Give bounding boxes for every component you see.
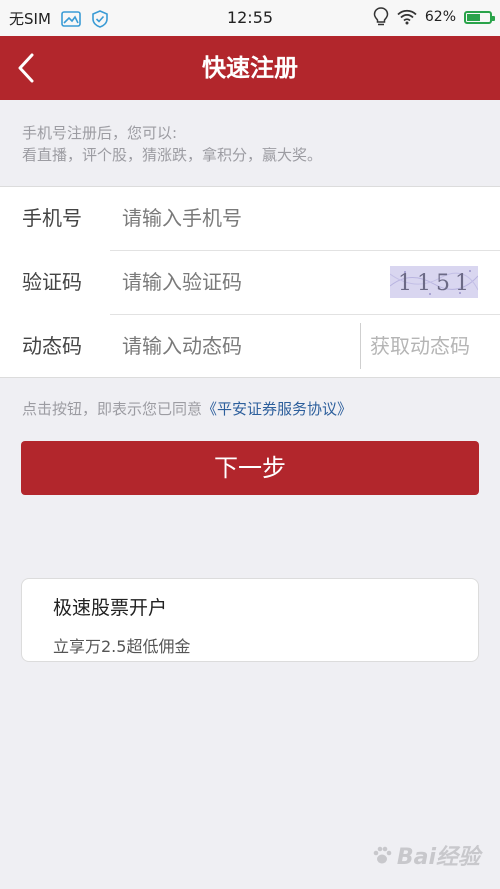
captcha-row: 验证码 1151: [0, 251, 500, 314]
promo-subtitle: 立享万2.5超低佣金: [53, 637, 191, 656]
battery-percent: 62%: [424, 9, 456, 25]
status-right: 62%: [373, 7, 495, 27]
vertical-divider: [360, 323, 361, 369]
register-form: 手机号 验证码 1151 动态码 获取动态码: [0, 186, 500, 378]
battery-icon: [464, 10, 495, 24]
agreement-link[interactable]: 《平安证券服务协议》: [202, 400, 352, 418]
phone-label: 手机号: [22, 206, 82, 230]
battery-fill: [467, 13, 480, 21]
next-button[interactable]: 下一步: [21, 441, 479, 495]
status-bar: 无SIM 12:55 62%: [0, 0, 500, 36]
nav-bar: 快速注册: [0, 36, 500, 100]
intro-text: 手机号注册后，您可以: 看直播，评个股，猜涨跌，拿积分，赢大奖。: [22, 122, 482, 166]
captcha-text: 1151: [398, 271, 474, 296]
watermark-text: Bai经验: [396, 845, 480, 870]
promo-title: 极速股票开户: [53, 597, 168, 619]
phone-input[interactable]: [122, 199, 362, 237]
captcha-input[interactable]: [122, 263, 362, 301]
intro-line-2: 看直播，评个股，猜涨跌，拿积分，赢大奖。: [22, 146, 323, 164]
bulb-icon: [373, 7, 389, 27]
wifi-icon: [397, 9, 417, 25]
agreement-prefix: 点击按钮，即表示您已同意: [22, 400, 203, 418]
get-code-button[interactable]: 获取动态码: [370, 315, 470, 378]
captcha-label: 验证码: [22, 270, 82, 294]
paw-icon: [373, 846, 392, 864]
captcha-image[interactable]: 1151: [390, 266, 478, 298]
agreement-text: 点击按钮，即表示您已同意《平安证券服务协议》: [22, 398, 352, 419]
intro-line-1: 手机号注册后，您可以:: [22, 124, 178, 142]
sms-code-input[interactable]: [122, 327, 352, 365]
sms-label: 动态码: [22, 334, 82, 358]
sms-row: 动态码 获取动态码: [0, 315, 500, 378]
phone-row: 手机号: [0, 187, 500, 250]
promo-card[interactable]: 极速股票开户 立享万2.5超低佣金: [21, 578, 479, 662]
page-title: 快速注册: [202, 54, 298, 82]
watermark: Bai经验: [371, 839, 480, 871]
